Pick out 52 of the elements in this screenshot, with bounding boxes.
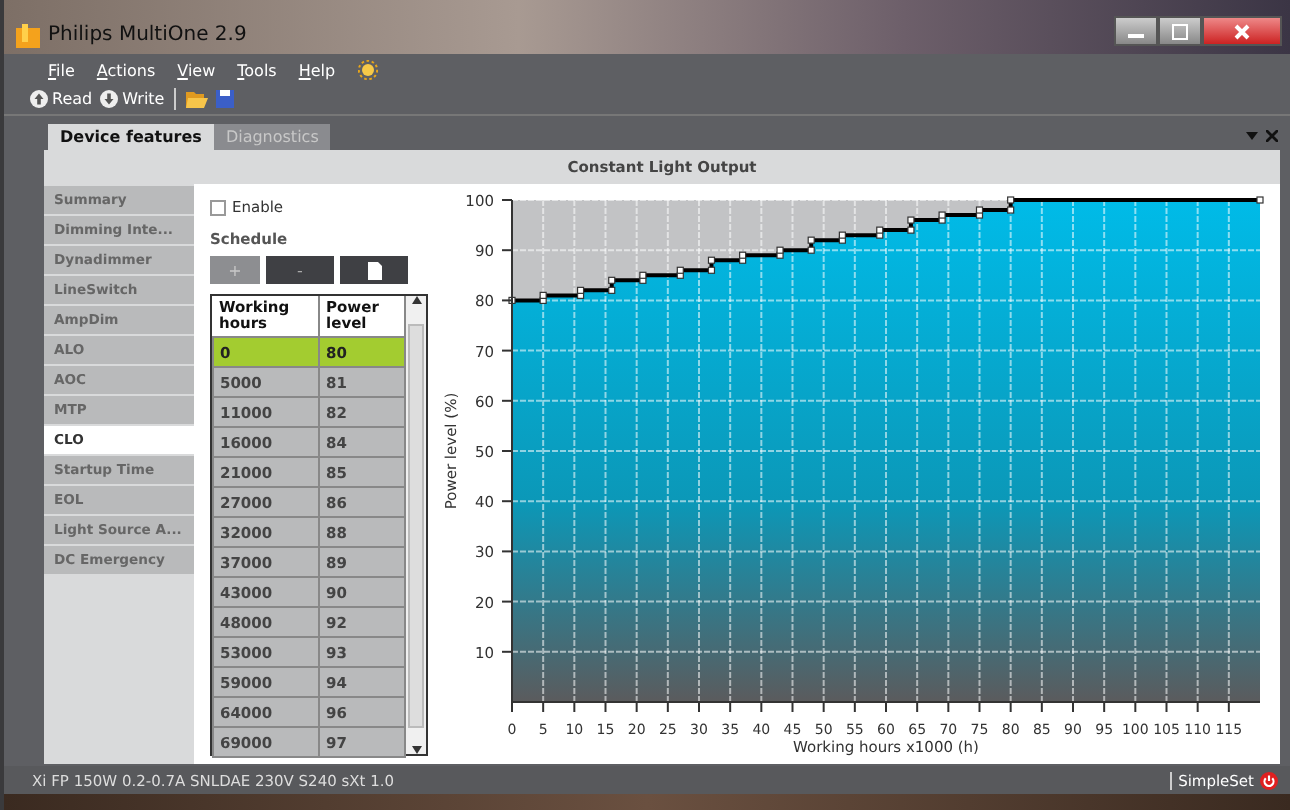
- scroll-down-icon[interactable]: [411, 746, 422, 754]
- dropdown-caret-icon[interactable]: [1246, 131, 1258, 139]
- scrollbar-thumb[interactable]: [408, 323, 425, 727]
- data-point[interactable]: [639, 271, 647, 279]
- close-button[interactable]: [1202, 16, 1282, 46]
- power-icon[interactable]: [1260, 771, 1278, 789]
- window-title: Philips MultiOne 2.9: [46, 24, 249, 46]
- minimize-button[interactable]: [1114, 16, 1158, 46]
- data-point[interactable]: [907, 226, 915, 234]
- menu-item[interactable]: Actions: [96, 61, 156, 79]
- data-point[interactable]: [975, 206, 984, 214]
- data-point[interactable]: [1007, 196, 1015, 204]
- tab[interactable]: Device features: [48, 124, 214, 150]
- menu-item[interactable]: File: [48, 61, 75, 79]
- data-point[interactable]: [807, 236, 815, 244]
- close-icon[interactable]: [1266, 129, 1278, 141]
- data-point[interactable]: [807, 246, 815, 254]
- data-point[interactable]: [608, 276, 616, 284]
- data-point[interactable]: [739, 251, 747, 259]
- folder-icon[interactable]: [186, 89, 209, 109]
- data-point[interactable]: [907, 216, 915, 224]
- read-button[interactable]: Read: [30, 90, 93, 108]
- data-point[interactable]: [539, 291, 547, 299]
- data-point[interactable]: [1256, 196, 1264, 204]
- menu-item[interactable]: View: [177, 61, 216, 79]
- data-point[interactable]: [608, 286, 616, 294]
- menu-item[interactable]: Tools: [237, 61, 277, 79]
- remove-button[interactable]: -: [266, 256, 334, 284]
- data-point[interactable]: [508, 296, 516, 304]
- app-icon: [16, 23, 40, 47]
- new-document-button[interactable]: [340, 256, 408, 284]
- up-arrow-icon: [30, 90, 48, 108]
- write-button[interactable]: Write: [100, 90, 165, 108]
- menu-item[interactable]: Help: [298, 61, 336, 79]
- maximize-icon: [1172, 23, 1188, 39]
- enable-checkbox[interactable]: [210, 199, 226, 215]
- data-point[interactable]: [938, 211, 946, 219]
- close-icon: [1234, 23, 1250, 39]
- data-point[interactable]: [576, 286, 585, 294]
- document-icon: [367, 261, 381, 279]
- data-point[interactable]: [876, 226, 884, 234]
- scroll-up-icon[interactable]: [411, 296, 422, 304]
- maximize-button[interactable]: [1158, 16, 1202, 46]
- down-arrow-icon: [100, 90, 119, 108]
- data-point[interactable]: [1007, 206, 1015, 214]
- data-point[interactable]: [776, 246, 784, 254]
- data-point[interactable]: [707, 266, 716, 274]
- data-point[interactable]: [676, 266, 684, 274]
- data-point[interactable]: [838, 231, 846, 239]
- sun-icon[interactable]: [357, 60, 378, 80]
- scrollbar[interactable]: [406, 296, 426, 754]
- data-point[interactable]: [707, 256, 716, 264]
